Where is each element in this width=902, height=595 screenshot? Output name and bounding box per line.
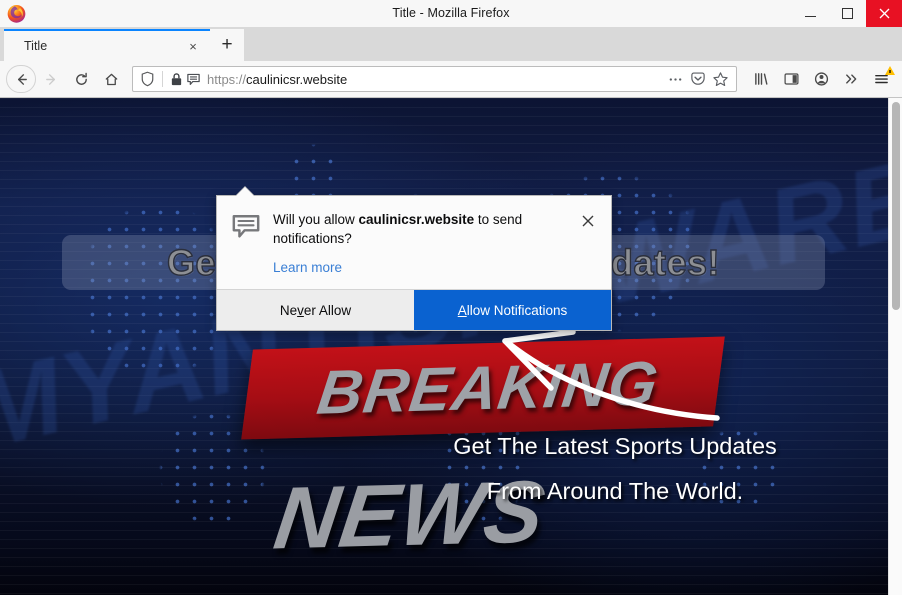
minimize-button[interactable] <box>792 0 829 27</box>
library-icon <box>755 73 768 85</box>
menu-warning-badge-icon <box>885 66 895 75</box>
learn-more-link[interactable]: Learn more <box>273 260 342 275</box>
app-menu-button[interactable] <box>867 65 896 93</box>
maximize-icon <box>842 8 853 19</box>
back-button[interactable] <box>6 65 36 93</box>
doorhanger-content: Will you allow caulinicsr.website to sen… <box>265 210 577 277</box>
identity-separator <box>162 71 163 87</box>
web-page-content: MYANTISPYWARE.COM Get The Latest Sports … <box>0 98 888 595</box>
toolbar-buttons <box>743 65 896 93</box>
sidebar-button[interactable] <box>777 65 806 93</box>
maximize-button[interactable] <box>829 0 866 27</box>
forward-arrow-icon <box>45 73 55 85</box>
navigation-toolbar: https://caulinicsr.website <box>0 61 902 98</box>
home-icon <box>105 73 117 85</box>
close-icon <box>879 8 889 19</box>
promo-line-1: Get The Latest Sports Updates <box>453 433 777 459</box>
never-allow-label: Never Allow <box>279 302 352 318</box>
library-button[interactable] <box>747 65 776 93</box>
allow-accesskey: A <box>457 302 467 318</box>
overflow-button[interactable] <box>837 65 866 93</box>
account-icon <box>814 72 829 86</box>
forward-button[interactable] <box>36 65 66 93</box>
browser-tab[interactable]: Title × <box>4 29 210 61</box>
doorhanger-actions: Never Allow Allow Notifications <box>217 289 611 330</box>
sidebar-icon <box>784 73 799 85</box>
notification-permission-popup: Will you allow caulinicsr.website to sen… <box>216 195 612 331</box>
never-allow-accesskey: v <box>297 302 304 318</box>
identity-box[interactable] <box>137 71 201 87</box>
tab-close-icon[interactable]: × <box>184 37 202 55</box>
message-host: caulinicsr.website <box>358 212 475 227</box>
url-action-icons <box>667 71 732 88</box>
window-controls <box>792 0 902 27</box>
back-arrow-icon <box>17 73 27 85</box>
reload-button[interactable] <box>66 65 96 93</box>
page-scrollbar-thumb[interactable] <box>892 102 900 310</box>
breaking-word-text: BREAKING <box>313 349 663 428</box>
notification-bubble-icon[interactable] <box>186 72 201 87</box>
padlock-icon[interactable] <box>170 72 183 87</box>
page-scrollbar[interactable] <box>888 98 902 595</box>
new-tab-button[interactable]: + <box>210 29 244 61</box>
doorhanger-body: Will you allow caulinicsr.website to sen… <box>217 196 611 289</box>
shield-icon[interactable] <box>140 71 155 87</box>
home-button[interactable] <box>96 65 126 93</box>
allow-notifications-label: Allow Notifications <box>457 302 568 318</box>
message-prefix: Will you allow <box>273 212 359 227</box>
ellipsis-icon[interactable] <box>667 72 684 87</box>
url-bar[interactable]: https://caulinicsr.website <box>132 66 737 92</box>
reload-icon <box>75 72 87 85</box>
minimize-icon <box>805 16 816 17</box>
allow-notifications-button[interactable]: Allow Notifications <box>414 290 611 330</box>
close-icon <box>582 215 594 227</box>
notification-bubble-icon <box>232 215 260 238</box>
promo-copy: Get The Latest Sports Updates From Aroun… <box>385 424 845 514</box>
promo-line-2: From Around The World. <box>486 478 744 504</box>
close-window-button[interactable] <box>866 0 902 27</box>
tab-strip: Title × + <box>0 27 902 61</box>
never-allow-button[interactable]: Never Allow <box>217 290 414 330</box>
doorhanger-pointer <box>236 187 254 196</box>
doorhanger-icon-wrap <box>231 210 265 277</box>
window-title: Title - Mozilla Firefox <box>392 6 510 20</box>
tab-label: Title <box>24 39 48 53</box>
title-bar: Title - Mozilla Firefox <box>0 0 902 27</box>
star-icon[interactable] <box>712 71 729 88</box>
chevron-double-right-icon <box>846 74 857 84</box>
doorhanger-close-button[interactable] <box>577 210 599 232</box>
firefox-window: Title - Mozilla Firefox Title × + https:… <box>0 0 902 595</box>
doorhanger-message: Will you allow caulinicsr.website to sen… <box>273 210 573 248</box>
account-button[interactable] <box>807 65 836 93</box>
url-scheme: https:// <box>207 71 247 87</box>
page-viewport: MYANTISPYWARE.COM Get The Latest Sports … <box>0 98 902 595</box>
url-host: caulinicsr.website <box>246 71 348 87</box>
url-text[interactable]: https://caulinicsr.website <box>207 72 667 87</box>
pocket-icon[interactable] <box>690 71 706 87</box>
